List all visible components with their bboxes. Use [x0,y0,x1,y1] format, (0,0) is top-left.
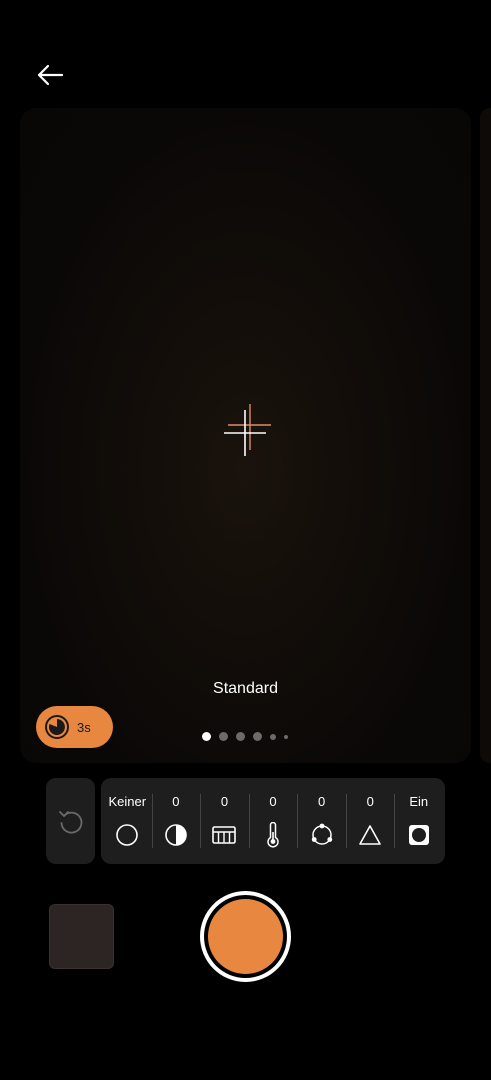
adjustment-filter[interactable]: Keiner [103,778,152,864]
camera-viewfinder[interactable]: Standard 3s [20,108,471,763]
focus-crosshair-icon [224,404,271,456]
page-dot [219,732,228,741]
vignette-icon [408,825,429,845]
reset-adjustments-button[interactable] [46,778,95,864]
timer-icon [45,715,69,739]
adjustment-panel: Keiner 0 0 0 0 0 Ein [101,778,445,864]
arrow-left-icon [37,64,64,86]
mode-page-indicator [202,732,288,741]
saturation-icon [311,823,332,845]
timer-label: 3s [77,719,91,735]
adjustment-value: 0 [366,794,374,809]
shutter-button[interactable] [200,891,291,982]
page-dot [270,733,276,740]
shutter-core [208,899,283,974]
back-button[interactable] [30,58,70,92]
reset-icon [58,811,82,834]
adjustment-value: 0 [172,794,180,809]
page-dot [236,732,245,741]
adjustment-value: 0 [317,794,326,809]
temperature-icon [267,822,279,848]
adjustment-saturation[interactable]: 0 [297,778,346,864]
adjustment-sharpness[interactable]: 0 [200,778,249,864]
brightness-icon [359,825,381,845]
adjustment-value: 0 [269,794,277,809]
adjustment-temperature[interactable]: 0 [248,778,298,864]
timer-toggle-button[interactable]: 3s [36,706,113,748]
shutter-ring [204,895,287,978]
page-dot [253,732,262,741]
contrast-icon [165,824,187,846]
next-preview-edge [480,108,491,763]
adjustment-value: Keiner [108,794,147,809]
mode-label: Standard [213,680,278,697]
adjustment-value: 0 [220,794,229,809]
adjustment-contrast[interactable]: 0 [151,778,201,864]
page-dot [202,732,211,741]
adjustment-brightness[interactable]: 0 [345,778,395,864]
page-dot [284,734,288,739]
adjustment-value: Ein [409,794,429,809]
sharpness-icon [212,826,237,844]
gallery-thumbnail[interactable] [49,904,114,969]
filter-none-icon [116,824,139,846]
adjustment-vignette[interactable]: Ein [394,778,443,864]
